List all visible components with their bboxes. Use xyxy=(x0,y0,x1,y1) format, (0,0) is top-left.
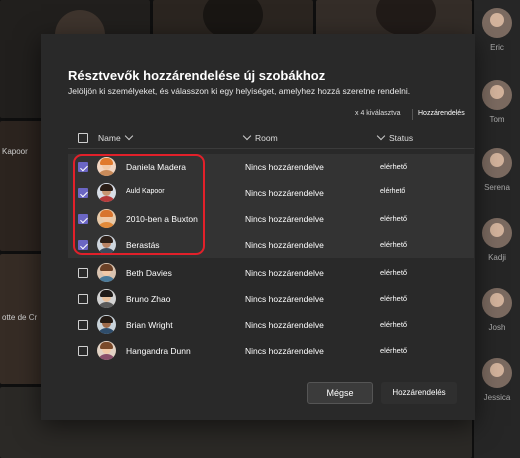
column-header-label: Room xyxy=(255,133,278,143)
avatar xyxy=(482,80,512,110)
avatar xyxy=(482,148,512,178)
chevron-down-icon xyxy=(124,131,133,141)
assign-button[interactable]: Hozzárendelés xyxy=(381,382,457,404)
stage-name-label: otte de Cr xyxy=(2,313,38,322)
avatar xyxy=(482,218,512,248)
chevron-down-icon xyxy=(376,131,386,141)
column-header-label: Status xyxy=(389,133,414,143)
selection-count: x 4 kiválasztva xyxy=(355,110,401,117)
row-checkbox[interactable] xyxy=(78,268,88,278)
roster-name: Kadji xyxy=(488,253,506,262)
select-all-checkbox[interactable] xyxy=(78,133,88,143)
roster-name: Serena xyxy=(484,183,510,192)
roster-person[interactable]: Jessica xyxy=(479,358,515,402)
avatar xyxy=(97,263,116,282)
roster-person[interactable]: Eric xyxy=(479,8,515,52)
room-value: Nincs hozzárendelve xyxy=(245,320,324,330)
room-value: Nincs hozzárendelve xyxy=(245,294,324,304)
row-checkbox[interactable] xyxy=(78,346,88,356)
room-value: Nincs hozzárendelve xyxy=(245,240,324,250)
status-value: elérhető xyxy=(380,188,406,195)
table-row[interactable]: Bruno Zhao Nincs hozzárendelve elérhető xyxy=(68,286,474,312)
column-header-status[interactable]: Status xyxy=(376,131,414,143)
participant-name: Beth Davies xyxy=(126,268,172,278)
status-value: elérhető xyxy=(380,294,408,303)
roster-name: Jessica xyxy=(483,393,511,402)
cancel-button[interactable]: Mégse xyxy=(307,382,373,404)
table-row[interactable]: Brian Wright Nincs hozzárendelve elérhet… xyxy=(68,312,474,338)
room-value: Nincs hozzárendelve xyxy=(245,268,324,278)
avatar xyxy=(97,341,116,360)
participant-name: Hangandra Dunn xyxy=(126,346,191,356)
selection-highlight xyxy=(73,154,205,255)
column-header-name[interactable]: Name xyxy=(98,131,133,143)
participant-name: Bruno Zhao xyxy=(126,294,171,304)
status-value: elérhető xyxy=(380,162,408,171)
table-header: Name Room Status xyxy=(68,130,474,149)
status-value: elérhető xyxy=(380,346,408,355)
avatar xyxy=(97,315,116,334)
dialog-subtitle: Jelöljön ki személyeket, és válasszon ki… xyxy=(68,86,411,96)
assign-link[interactable]: Hozzárendelés xyxy=(418,110,465,117)
divider xyxy=(412,109,413,120)
roster-name: Tom xyxy=(489,115,505,124)
status-value: elérhető xyxy=(380,268,408,277)
roster-person[interactable]: Kadji xyxy=(479,218,515,262)
dialog-title: Résztvevők hozzárendelése új szobákhoz xyxy=(68,68,326,83)
column-header-label: Name xyxy=(98,133,121,143)
roster-person[interactable]: Serena xyxy=(479,148,515,192)
status-value: elérhető xyxy=(380,240,408,249)
table-row[interactable]: Beth Davies Nincs hozzárendelve elérhető xyxy=(68,260,474,286)
row-checkbox[interactable] xyxy=(78,294,88,304)
chevron-down-icon xyxy=(242,131,252,141)
participant-name: Brian Wright xyxy=(126,320,173,330)
row-checkbox[interactable] xyxy=(78,320,88,330)
avatar xyxy=(482,8,512,38)
room-value: Nincs hozzárendelve xyxy=(245,188,324,198)
roster-person[interactable]: Josh xyxy=(479,288,515,332)
avatar xyxy=(97,289,116,308)
roster-name: Josh xyxy=(488,323,506,332)
room-value: Nincs hozzárendelve xyxy=(245,214,324,224)
room-value: Nincs hozzárendelve xyxy=(245,162,324,172)
avatar xyxy=(482,358,512,388)
status-value: elérhető xyxy=(380,214,408,223)
roster-person[interactable]: Tom xyxy=(479,80,515,124)
stage-name-label: Kapoor xyxy=(2,147,28,156)
room-value: Nincs hozzárendelve xyxy=(245,346,324,356)
status-value: elérhető xyxy=(380,320,408,329)
column-header-room[interactable]: Room xyxy=(242,131,278,143)
table-row[interactable]: Hangandra Dunn Nincs hozzárendelve elérh… xyxy=(68,338,474,364)
participant-roster: Eric Tom Serena Kadji Josh Jessica xyxy=(474,0,520,458)
avatar xyxy=(482,288,512,318)
roster-name: Eric xyxy=(490,43,504,52)
